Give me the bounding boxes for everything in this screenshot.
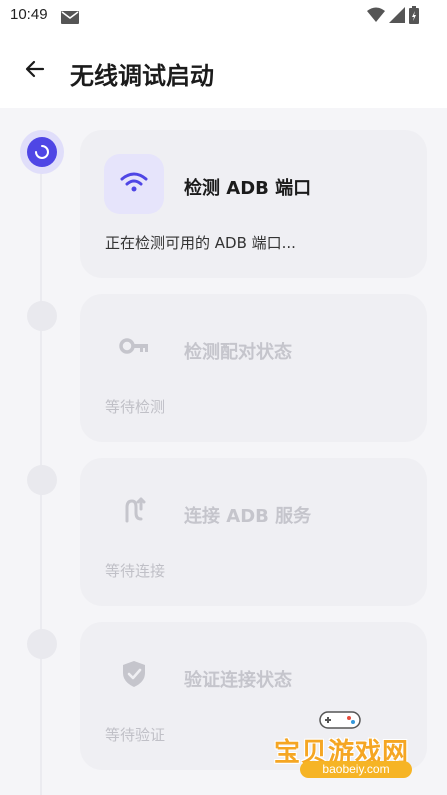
page-title: 无线调试启动	[70, 62, 214, 90]
mail-icon	[61, 9, 79, 28]
icon-box	[104, 154, 164, 214]
loading-icon	[27, 137, 57, 167]
step-indicator-pending	[27, 629, 57, 659]
step-indicator-pending	[27, 301, 57, 331]
watermark-url: baobeiy.com	[300, 761, 412, 778]
battery-icon	[409, 6, 419, 28]
step-card-connect: 连接 ADB 服务 等待连接	[80, 458, 427, 606]
icon-box	[104, 318, 164, 378]
step-card-detect-port: 检测 ADB 端口 正在检测可用的 ADB 端口...	[80, 130, 427, 278]
step-status: 正在检测可用的 ADB 端口...	[105, 234, 296, 252]
status-time: 10:49	[10, 6, 48, 23]
step-title: 连接 ADB 服务	[184, 506, 312, 527]
step-status: 等待检测	[105, 398, 166, 416]
signal-icon	[389, 7, 405, 27]
route-icon	[121, 497, 147, 527]
wifi-icon	[120, 171, 148, 197]
arrow-left-icon	[23, 57, 47, 85]
step-title: 验证连接状态	[184, 670, 292, 691]
status-bar: 10:49	[0, 0, 447, 32]
icon-box	[104, 646, 164, 706]
status-icons	[367, 6, 419, 28]
step-card-pairing: 检测配对状态 等待检测	[80, 294, 427, 442]
step-title: 检测配对状态	[184, 342, 292, 363]
step-indicator-active	[20, 130, 64, 174]
icon-box	[104, 482, 164, 542]
watermark: 宝贝游戏网 baobeiy.com	[266, 706, 442, 790]
step-status: 等待验证	[105, 726, 166, 744]
wifi-icon	[367, 7, 385, 27]
key-icon	[119, 338, 149, 358]
gamepad-icon	[318, 708, 362, 734]
step-indicator-pending	[27, 465, 57, 495]
step-title: 检测 ADB 端口	[184, 178, 312, 199]
step-status: 等待连接	[105, 562, 166, 580]
app-bar: 无线调试启动	[0, 32, 447, 108]
shield-check-icon	[122, 660, 146, 692]
back-button[interactable]	[14, 50, 56, 92]
